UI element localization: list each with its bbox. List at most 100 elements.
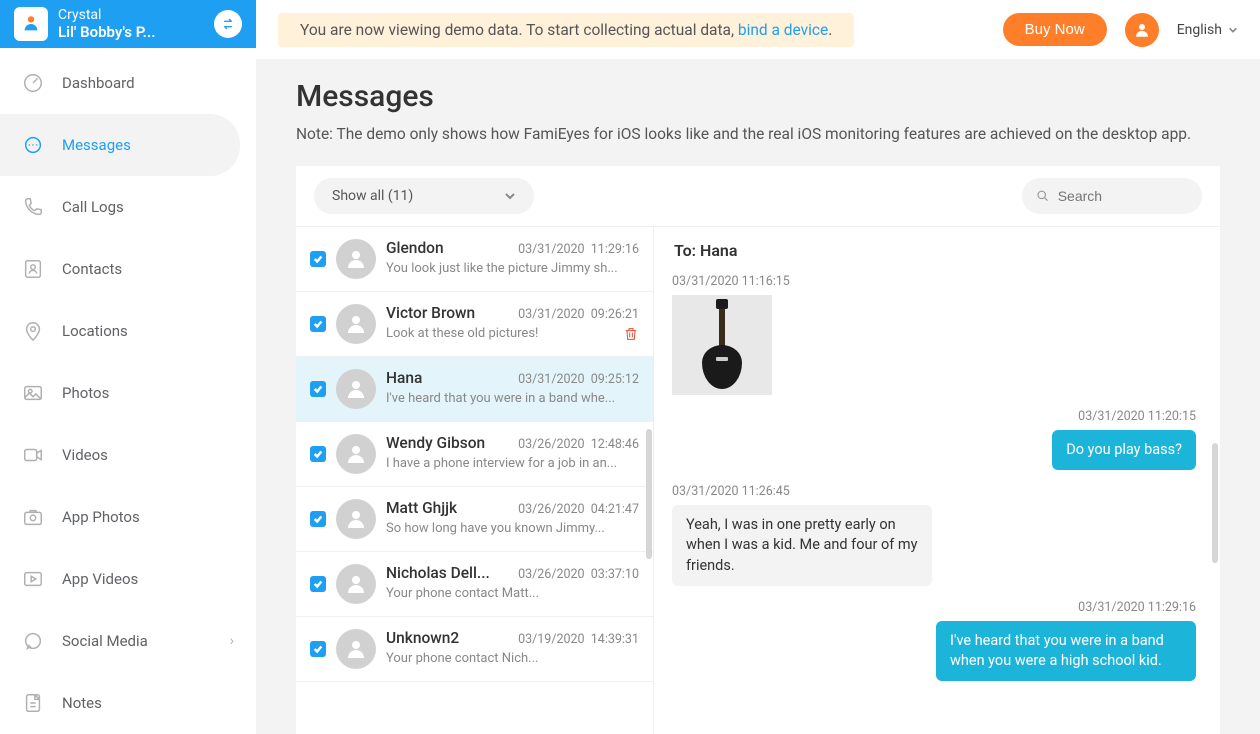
- checkbox[interactable]: [310, 381, 326, 397]
- sidebar-item-notes[interactable]: Notes: [0, 672, 256, 734]
- scrollbar[interactable]: [1212, 443, 1218, 563]
- conversation-time: 03/31/2020 11:29:16: [518, 242, 639, 257]
- notes-icon: [22, 692, 44, 714]
- sidebar-item-videos[interactable]: Videos: [0, 424, 256, 486]
- sidebar-item-label: Call Logs: [62, 198, 124, 216]
- search-icon: [1036, 188, 1050, 204]
- device-label: Crystal Lil' Bobby's P...: [58, 7, 204, 42]
- conversation-preview: Your phone contact Matt...: [386, 586, 639, 601]
- buy-now-button[interactable]: Buy Now: [1003, 13, 1107, 46]
- conversation-item[interactable]: Nicholas Dell... 03/26/2020 03:37:10 Your …: [296, 552, 653, 617]
- message-time: 03/31/2020 11:26:45: [672, 484, 1196, 499]
- message-thread: To: Hana 03/31/2020 11:16:1503/31/2020 1…: [654, 227, 1220, 734]
- avatar: [336, 239, 376, 279]
- checkbox[interactable]: [310, 251, 326, 267]
- sidebar-item-social-media[interactable]: Social Media ›: [0, 610, 256, 672]
- conversation-preview: So how long have you known Jimmy...: [386, 521, 639, 536]
- sidebar-header: Crystal Lil' Bobby's P...: [0, 0, 256, 48]
- photos-icon: [22, 382, 44, 404]
- social-media-icon: [22, 630, 44, 652]
- message-bubble: I've heard that you were in a band when …: [936, 621, 1196, 682]
- device-name: Lil' Bobby's P...: [58, 23, 204, 41]
- message-bubble: Do you play bass?: [1052, 430, 1196, 470]
- avatar: [336, 434, 376, 474]
- videos-icon: [22, 444, 44, 466]
- conversation-item[interactable]: Victor Brown 03/31/2020 09:26:21 Look at t…: [296, 292, 653, 357]
- conversation-name: Unknown2: [386, 629, 459, 647]
- conversation-item[interactable]: Glendon 03/31/2020 11:29:16 You look just …: [296, 227, 653, 292]
- filter-dropdown[interactable]: Show all (11): [314, 178, 534, 214]
- sidebar-item-label: Contacts: [62, 260, 122, 278]
- sidebar-item-dashboard[interactable]: Dashboard: [0, 52, 256, 114]
- avatar: [336, 304, 376, 344]
- sidebar-item-label: Messages: [62, 136, 131, 154]
- messages-icon: [22, 134, 44, 156]
- conversation-name: Hana: [386, 369, 422, 387]
- conversation-time: 03/31/2020 09:26:21: [518, 307, 639, 322]
- sidebar-item-label: Dashboard: [62, 74, 135, 92]
- app-photos-icon: [22, 506, 44, 528]
- conversation-item[interactable]: Matt Ghjjk03/26/2020 04:21:47So how long…: [296, 487, 653, 552]
- message: 03/31/2020 11:26:45 Yeah, I was in one pr…: [672, 484, 1196, 586]
- checkbox[interactable]: [310, 446, 326, 462]
- conversation-preview: Look at these old pictures!: [386, 326, 639, 341]
- conversation-preview: I have a phone interview for a job in an…: [386, 456, 639, 471]
- banner-text: You are now viewing demo data. To start …: [300, 21, 738, 39]
- message: 03/31/2020 11:16:15: [672, 274, 1196, 395]
- page-title: Messages: [296, 79, 1220, 114]
- scrollbar[interactable]: [646, 429, 652, 559]
- conversation-preview: You look just like the picture Jimmy sh.…: [386, 261, 639, 276]
- sidebar-item-label: Photos: [62, 384, 109, 402]
- chevron-down-icon: [1228, 25, 1238, 35]
- sidebar-item-messages[interactable]: Messages: [0, 114, 240, 176]
- conversation-time: 03/19/2020 14:39:31: [518, 632, 639, 647]
- conversation-item[interactable]: Hana03/31/2020 09:25:12I've heard that y…: [296, 357, 653, 422]
- sidebar-item-contacts[interactable]: Contacts: [0, 238, 256, 300]
- bind-device-link[interactable]: bind a device: [738, 21, 828, 39]
- account-avatar-button[interactable]: [1125, 13, 1159, 47]
- message: 03/31/2020 11:29:16 I've heard that you w…: [672, 600, 1196, 682]
- checkbox[interactable]: [310, 641, 326, 657]
- message-image[interactable]: [672, 295, 772, 395]
- conversation-item[interactable]: Wendy Gibson03/26/2020 12:48:46I have a …: [296, 422, 653, 487]
- sidebar: Crystal Lil' Bobby's P... Dashboard Messa…: [0, 0, 256, 734]
- chevron-down-icon: [504, 190, 516, 202]
- message-time: 03/31/2020 11:20:15: [672, 409, 1196, 424]
- sidebar-item-label: Notes: [62, 694, 102, 712]
- swap-device-button[interactable]: [214, 10, 242, 38]
- checkbox[interactable]: [310, 511, 326, 527]
- app-videos-icon: [22, 568, 44, 590]
- search-input[interactable]: [1058, 188, 1188, 204]
- conversation-list[interactable]: Glendon 03/31/2020 11:29:16 You look just …: [296, 227, 654, 734]
- message-bubble: Yeah, I was in one pretty early on when …: [672, 505, 932, 586]
- conversation-name: Wendy Gibson: [386, 434, 485, 452]
- conversation-time: 03/26/2020 04:21:47: [518, 502, 639, 517]
- chevron-right-icon: ›: [230, 633, 234, 649]
- language-selector[interactable]: English: [1177, 22, 1238, 38]
- conversation-name: Glendon: [386, 239, 444, 257]
- sidebar-item-locations[interactable]: Locations: [0, 300, 256, 362]
- avatar: [336, 564, 376, 604]
- conversation-item[interactable]: Unknown2 03/19/2020 14:39:31 Your phone co…: [296, 617, 653, 682]
- main: You are now viewing demo data. To start …: [256, 0, 1260, 734]
- avatar: [336, 499, 376, 539]
- sidebar-item-photos[interactable]: Photos: [0, 362, 256, 424]
- search-box[interactable]: [1022, 178, 1202, 214]
- conversation-time: 03/26/2020 03:37:10: [518, 567, 639, 582]
- sidebar-item-call-logs[interactable]: Call Logs: [0, 176, 256, 238]
- sidebar-item-label: App Photos: [62, 508, 140, 526]
- sidebar-item-label: App Videos: [62, 570, 138, 588]
- avatar: [336, 369, 376, 409]
- conversation-name: Victor Brown: [386, 304, 475, 322]
- conversation-name: Nicholas Dell...: [386, 564, 490, 582]
- checkbox[interactable]: [310, 316, 326, 332]
- conversation-preview: Your phone contact Nich...: [386, 651, 639, 666]
- sidebar-item-label: Social Media: [62, 632, 148, 650]
- message-time: 03/31/2020 11:29:16: [672, 600, 1196, 615]
- checkbox[interactable]: [310, 576, 326, 592]
- delete-icon[interactable]: [623, 326, 639, 346]
- dashboard-icon: [22, 72, 44, 94]
- sidebar-item-app-photos[interactable]: App Photos: [0, 486, 256, 548]
- sidebar-item-app-videos[interactable]: App Videos: [0, 548, 256, 610]
- conversation-preview: I've heard that you were in a band whe..…: [386, 391, 639, 406]
